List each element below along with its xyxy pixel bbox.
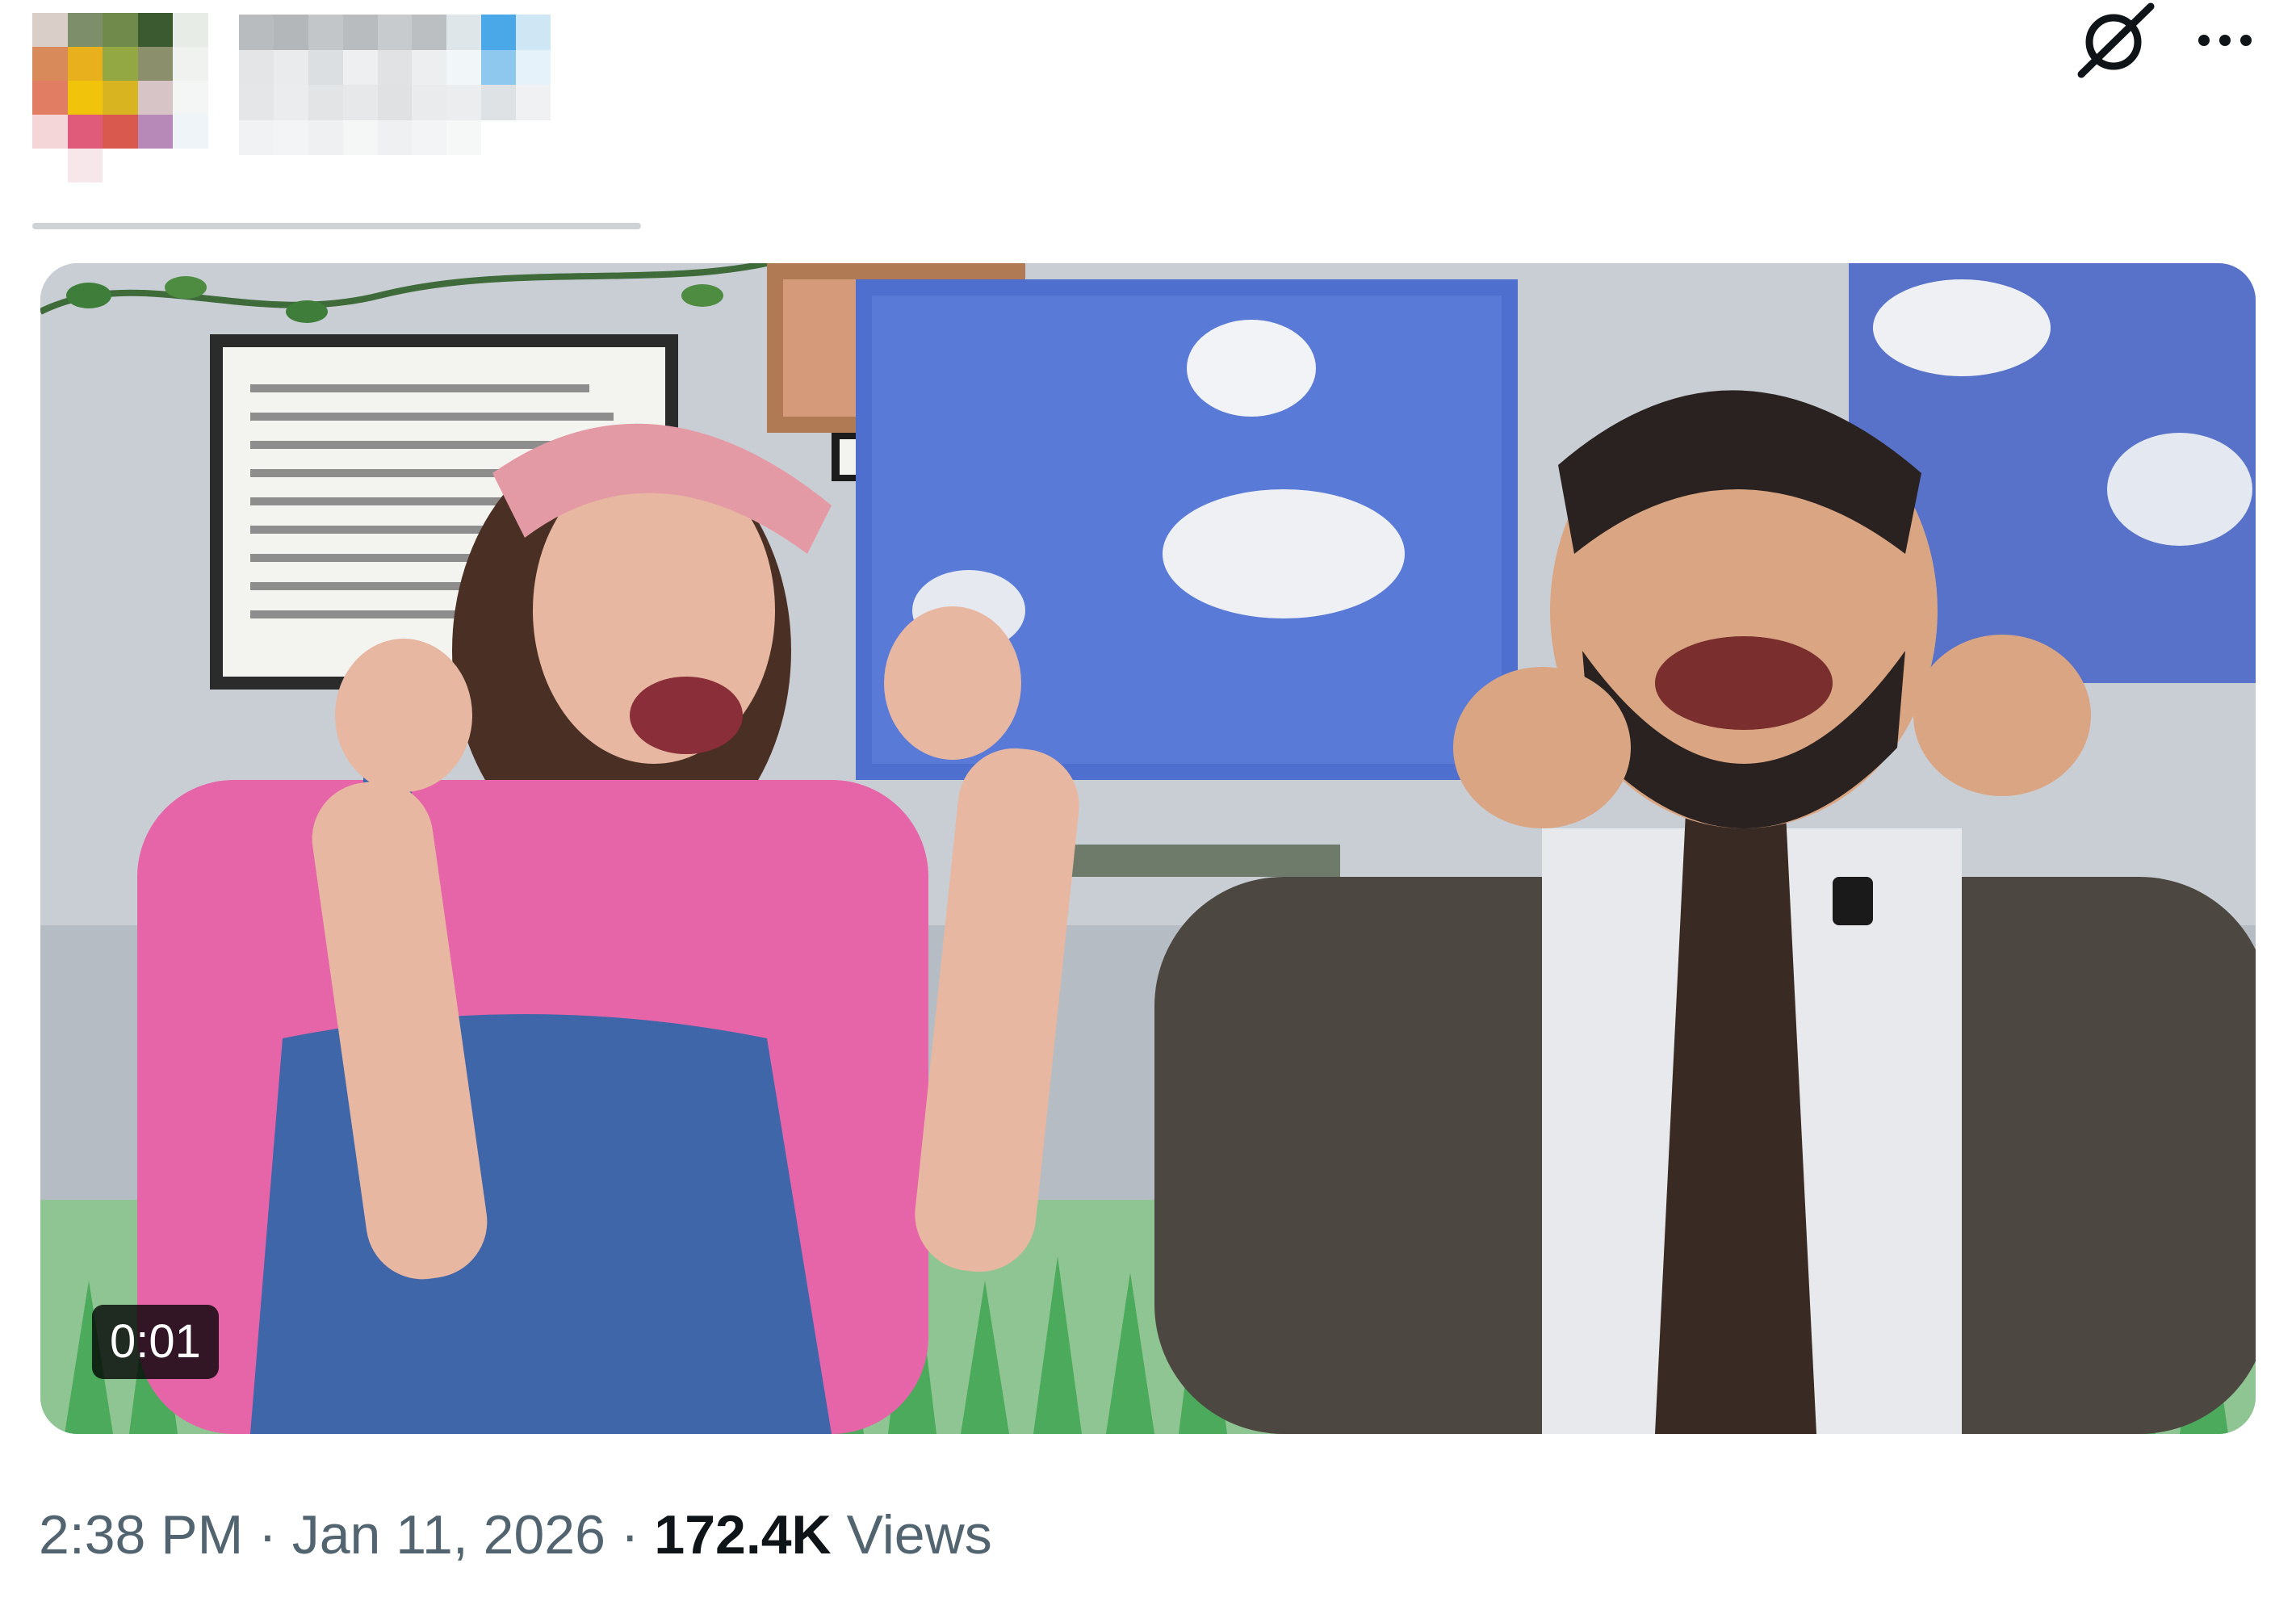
author-name-blurred[interactable] — [239, 15, 551, 155]
video-frame-illustration — [40, 263, 2256, 1434]
header-divider — [32, 223, 641, 229]
views-label: Views — [846, 1504, 992, 1566]
post-meta: 2:38 PM · Jan 11, 2026 · 172.4K Views — [39, 1499, 992, 1571]
more-horizontal-icon[interactable] — [2185, 16, 2265, 65]
grok-slash-icon[interactable] — [2067, 0, 2164, 81]
meta-separator: · — [258, 1504, 277, 1566]
views-count: 172.4K — [654, 1504, 832, 1566]
video-player[interactable]: 0:01 — [40, 263, 2256, 1434]
post-date[interactable]: Jan 11, 2026 — [292, 1504, 605, 1566]
video-duration-badge: 0:01 — [92, 1305, 219, 1379]
meta-separator: · — [620, 1504, 639, 1566]
author-avatar[interactable] — [32, 13, 208, 182]
post-time[interactable]: 2:38 PM — [39, 1504, 243, 1566]
